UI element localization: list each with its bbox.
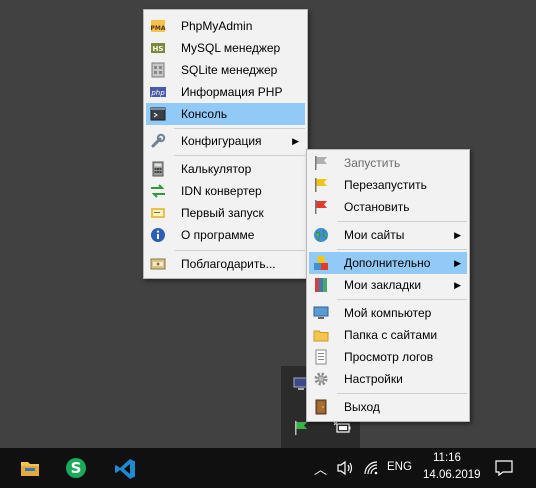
- menu-separator: [174, 128, 305, 129]
- file-explorer-icon: [21, 462, 39, 476]
- menu-item-my-computer[interactable]: Мой компьютер: [309, 302, 467, 324]
- ospanel-flag-green-icon[interactable]: [293, 420, 309, 436]
- exit-door-icon: [315, 399, 327, 415]
- volume-icon[interactable]: [337, 460, 355, 476]
- skype-icon: S: [66, 458, 86, 478]
- menu-item-sites-folder[interactable]: Папка с сайтами: [309, 324, 467, 346]
- submenu-arrow-icon: ▶: [454, 280, 461, 290]
- info-icon: [151, 228, 165, 242]
- menu-item-sqlite-manager[interactable]: SQLite менеджер: [146, 59, 305, 81]
- computer-icon: [313, 306, 329, 319]
- menu-item-additional[interactable]: Дополнительно ▶: [309, 252, 467, 274]
- sqlite-icon: [151, 62, 165, 78]
- menu-separator: [337, 299, 467, 300]
- language-indicator[interactable]: ENG: [387, 461, 412, 473]
- gear-icon: [314, 372, 328, 386]
- log-icon: [315, 349, 327, 365]
- menu-item-start[interactable]: Запустить: [309, 152, 467, 174]
- bookmarks-icon: [315, 278, 327, 292]
- taskbar: S ︿ ENG 11:16 14.06.2019: [0, 448, 536, 488]
- taskbar-app-skype[interactable]: S: [56, 448, 96, 488]
- menu-separator: [337, 221, 467, 222]
- menu-item-my-sites[interactable]: Мои сайты ▶: [309, 224, 467, 246]
- svg-text:PMA: PMA: [150, 25, 165, 32]
- show-hidden-icons-chevron-icon[interactable]: ︿: [314, 459, 327, 478]
- menu-separator: [337, 393, 467, 394]
- flag-red-icon: [315, 200, 327, 214]
- submenu-arrow-icon: ▶: [454, 230, 461, 240]
- menu-item-idn-converter[interactable]: IDN конвертер: [146, 180, 305, 202]
- vscode-icon: [115, 459, 135, 479]
- console-icon: [150, 107, 166, 121]
- menu-item-restart[interactable]: Перезапустить: [309, 174, 467, 196]
- taskbar-app-vscode[interactable]: [104, 448, 144, 488]
- php-icon: php: [150, 87, 166, 97]
- menu-item-stop[interactable]: Остановить: [309, 196, 467, 218]
- flag-yellow-icon: [315, 178, 327, 192]
- wifi-icon[interactable]: [363, 460, 381, 476]
- phpmyadmin-icon: PMA: [150, 20, 166, 32]
- donate-icon: [150, 258, 166, 270]
- menu-item-mysql-manager[interactable]: HS MySQL менеджер: [146, 37, 305, 59]
- taskbar-app-explorer[interactable]: [10, 448, 50, 488]
- submenu-arrow-icon: ▶: [292, 136, 299, 146]
- menu-item-configuration[interactable]: Конфигурация ▶: [146, 130, 305, 152]
- menu-item-settings[interactable]: Настройки: [309, 368, 467, 390]
- calculator-icon: [152, 161, 164, 177]
- notifications-icon[interactable]: [495, 460, 513, 476]
- menu-item-view-logs[interactable]: Просмотр логов: [309, 346, 467, 368]
- idn-converter-icon: [151, 184, 165, 198]
- first-run-icon: [151, 208, 165, 218]
- blocks-icon: [314, 256, 328, 270]
- menu-separator: [174, 250, 305, 251]
- svg-text:S: S: [71, 459, 82, 477]
- svg-text:php: php: [150, 89, 165, 97]
- folder-icon: [313, 330, 329, 342]
- menu-item-console[interactable]: Консоль: [146, 103, 305, 125]
- menu-item-calculator[interactable]: Калькулятор: [146, 158, 305, 180]
- battery-icon[interactable]: [333, 420, 351, 436]
- menu-item-my-bookmarks[interactable]: Мои закладки ▶: [309, 274, 467, 296]
- menu-separator: [174, 155, 305, 156]
- submenu-arrow-icon: ▶: [454, 258, 461, 268]
- menu-separator: [337, 249, 467, 250]
- tray-context-menu: Запустить Перезапустить Остановить Мои с…: [306, 149, 470, 422]
- clock-time[interactable]: 11:16: [433, 452, 461, 464]
- menu-item-donate[interactable]: Поблагодарить...: [146, 253, 305, 275]
- heidisql-icon: HS: [151, 43, 165, 53]
- menu-item-about[interactable]: О программе: [146, 224, 305, 246]
- menu-item-exit[interactable]: Выход: [309, 396, 467, 418]
- flag-gray-icon: [315, 156, 327, 170]
- globe-icon: [314, 228, 328, 242]
- svg-text:HS: HS: [153, 45, 164, 53]
- menu-item-phpmyadmin[interactable]: PMA PhpMyAdmin: [146, 15, 305, 37]
- menu-item-first-run[interactable]: Первый запуск: [146, 202, 305, 224]
- wrench-icon: [151, 133, 166, 148]
- main-context-menu: PMA PhpMyAdmin HS MySQL менеджер SQLite …: [143, 9, 308, 279]
- clock-date[interactable]: 14.06.2019: [423, 469, 481, 481]
- menu-item-php-info[interactable]: php Информация PHP: [146, 81, 305, 103]
